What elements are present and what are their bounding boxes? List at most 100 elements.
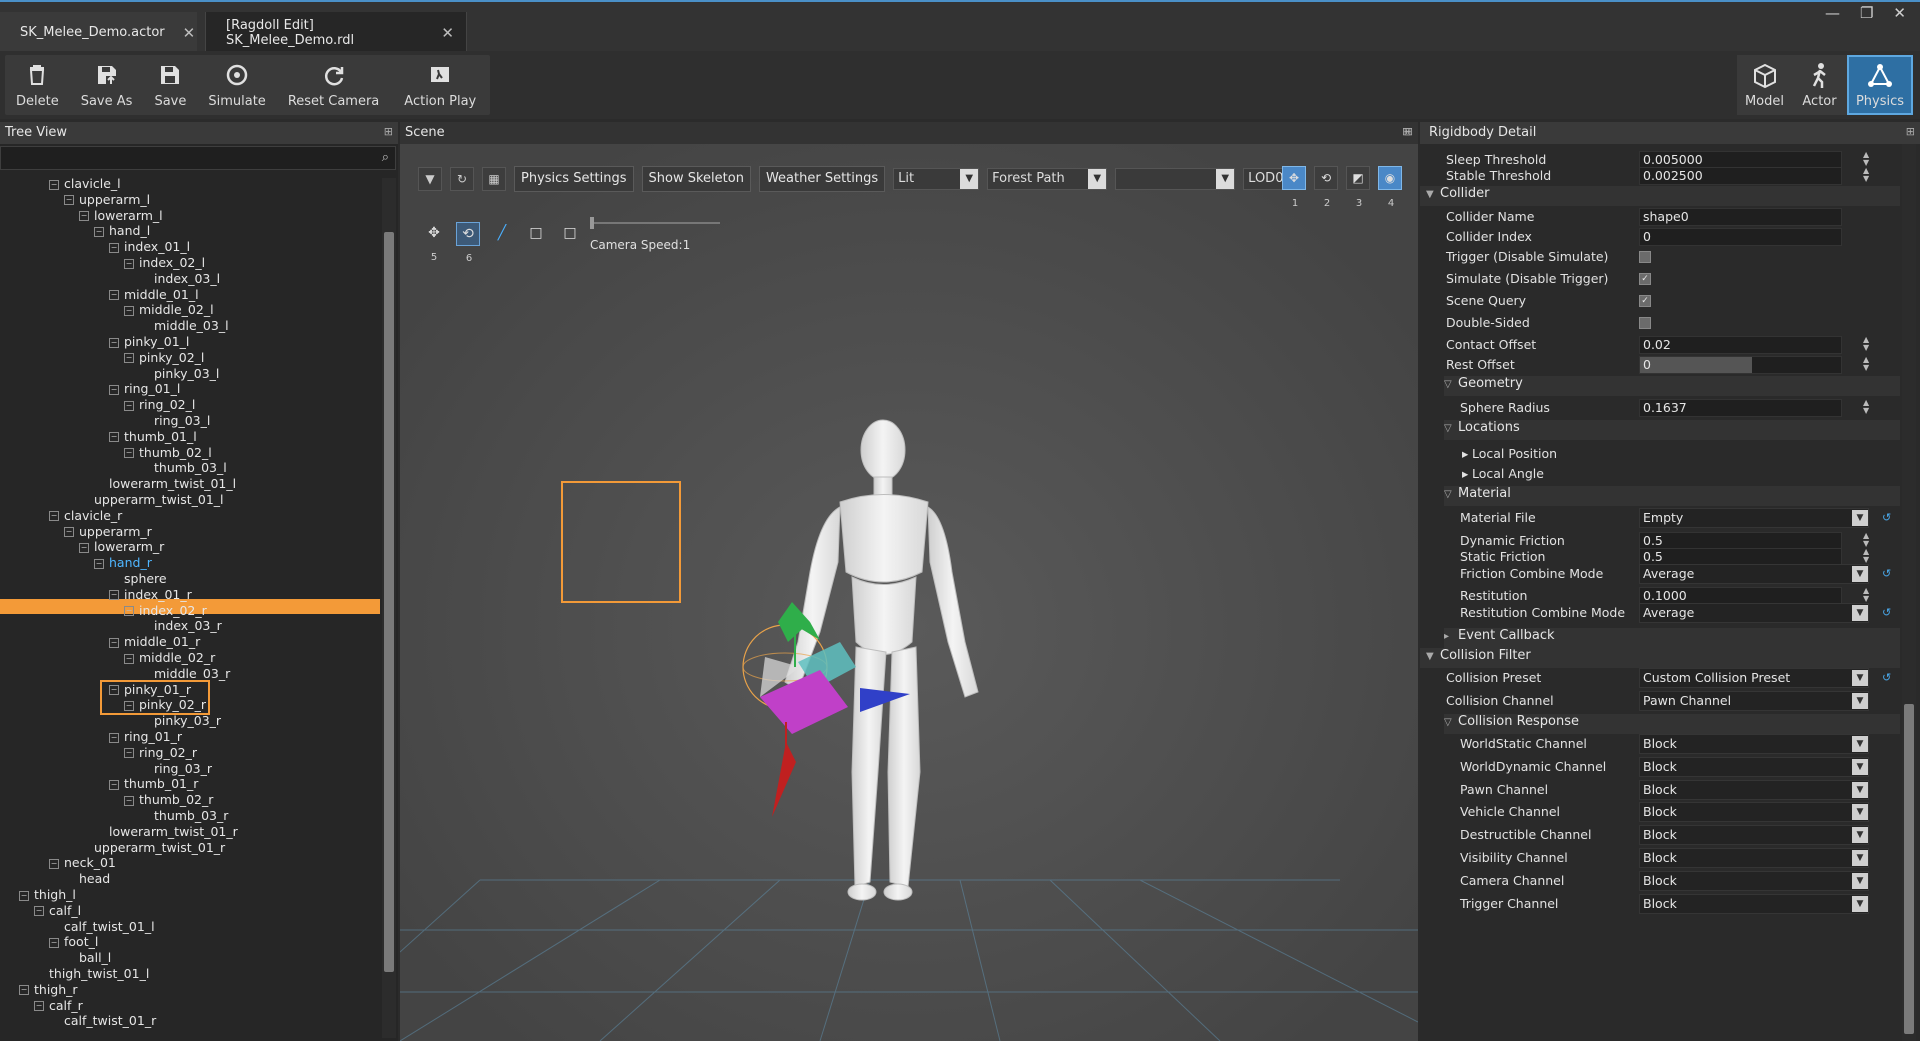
restore-icon[interactable]: ❐: [1860, 4, 1873, 22]
material-file-dropdown[interactable]: Empty ▼: [1639, 508, 1869, 528]
tree-item[interactable]: − thigh_l: [19, 887, 76, 903]
double-sided-checkbox[interactable]: [1639, 317, 1651, 329]
collapse-icon[interactable]: −: [109, 384, 119, 395]
collapse-icon[interactable]: −: [49, 858, 59, 869]
collapse-icon[interactable]: −: [109, 290, 119, 301]
sphere-radius-field[interactable]: 0.1637: [1639, 399, 1842, 417]
tree-item[interactable]: upperarm_twist_01_l: [79, 492, 224, 508]
tree-item[interactable]: − index_02_r: [124, 603, 207, 619]
tree-item[interactable]: − calf_l: [34, 903, 81, 919]
tree-item[interactable]: lowerarm_twist_01_l: [94, 476, 236, 492]
collapse-icon[interactable]: −: [124, 258, 134, 269]
camera-speed-slider[interactable]: [590, 217, 720, 229]
collision-channel-dropdown[interactable]: Pawn Channel ▼: [1639, 691, 1869, 711]
tree-item[interactable]: − neck_01: [49, 855, 116, 871]
close-window-icon[interactable]: ✕: [1893, 4, 1906, 22]
reset-icon[interactable]: ↺: [1882, 567, 1891, 580]
channel-response-dropdown[interactable]: Block ▼: [1639, 870, 1869, 891]
collapse-icon[interactable]: −: [94, 558, 104, 569]
trigger-checkbox[interactable]: [1639, 251, 1651, 263]
collapse-icon[interactable]: −: [124, 448, 134, 459]
slider-knob[interactable]: [590, 217, 594, 229]
channel-response-dropdown[interactable]: Block ▼: [1639, 802, 1869, 823]
tree-item[interactable]: − ring_02_r: [124, 745, 197, 761]
checkbox-icon[interactable]: □: [524, 222, 548, 246]
collapse-icon[interactable]: −: [124, 305, 134, 316]
spinner-icon[interactable]: ▲ ▼: [1863, 587, 1871, 603]
tree-item[interactable]: − thigh_r: [19, 982, 78, 998]
collapse-icon[interactable]: −: [109, 637, 119, 648]
collapse-icon[interactable]: −: [49, 179, 59, 190]
grid-icon[interactable]: ▦: [482, 167, 506, 191]
collider-index-field[interactable]: 0: [1639, 228, 1842, 246]
tree-item[interactable]: upperarm_twist_01_r: [79, 840, 225, 856]
pen-icon[interactable]: ╱: [490, 222, 514, 246]
tree-item[interactable]: index_03_l: [139, 271, 220, 287]
search-icon[interactable]: ⌕: [382, 150, 389, 165]
tree-item[interactable]: thumb_03_l: [139, 460, 227, 476]
tree-item[interactable]: − lowerarm_r: [79, 539, 164, 555]
tree-item[interactable]: thigh_twist_01_l: [34, 966, 149, 982]
action-play-button[interactable]: Action Play: [390, 55, 490, 115]
weather-settings-button[interactable]: Weather Settings: [758, 166, 886, 192]
tree-item[interactable]: ring_03_l: [139, 413, 210, 429]
geometry-section[interactable]: ▽ Geometry: [1444, 376, 1900, 396]
scene-viewport[interactable]: Scene ⊞ ▼ ↻ ▦ Physics Settings Show Skel…: [400, 122, 1418, 1041]
restitution-combine-dropdown[interactable]: Average ▼: [1639, 603, 1869, 623]
spinner-icon[interactable]: ▲ ▼: [1863, 167, 1871, 183]
show-skeleton-button[interactable]: Show Skeleton: [641, 166, 751, 192]
collision-filter-section[interactable]: ▼ Collision Filter: [1420, 648, 1900, 668]
collapse-icon[interactable]: −: [19, 985, 29, 996]
chevron-down-icon[interactable]: ▼: [418, 167, 442, 191]
tree-item[interactable]: − index_01_l: [109, 239, 190, 255]
tree-item[interactable]: − clavicle_r: [49, 508, 122, 524]
channel-response-dropdown[interactable]: Block ▼: [1639, 734, 1869, 754]
tree-item[interactable]: − ring_01_l: [109, 381, 180, 397]
close-icon[interactable]: ✕: [183, 24, 196, 42]
close-icon[interactable]: ✕: [441, 24, 454, 42]
tree-item[interactable]: − thumb_02_r: [124, 792, 213, 808]
event-callback-section[interactable]: ▸ Event Callback: [1444, 628, 1900, 648]
model-mode-button[interactable]: Model: [1737, 55, 1792, 115]
collapse-icon[interactable]: −: [109, 590, 119, 601]
collapse-icon[interactable]: −: [109, 337, 119, 348]
reset-icon[interactable]: ↺: [1882, 671, 1891, 684]
reset-icon[interactable]: ↺: [1882, 606, 1891, 619]
channel-response-dropdown[interactable]: Block ▼: [1639, 848, 1869, 868]
save-as-button[interactable]: Save As: [70, 55, 144, 115]
tree-item[interactable]: − calf_r: [34, 998, 83, 1014]
material-section[interactable]: ▽ Material: [1444, 486, 1900, 506]
tree-item[interactable]: pinky_03_l: [139, 366, 219, 382]
tree-item[interactable]: − middle_01_l: [109, 287, 199, 303]
pin-icon[interactable]: ⊞: [1402, 125, 1411, 138]
tree-scrollbar[interactable]: [382, 178, 396, 1038]
spinner-icon[interactable]: ▲ ▼: [1863, 548, 1871, 564]
save-button[interactable]: Save: [143, 55, 197, 115]
tree-item[interactable]: − middle_02_l: [124, 302, 214, 318]
tree-item[interactable]: − hand_r: [94, 555, 152, 571]
collapse-icon[interactable]: −: [34, 1001, 44, 1012]
simulate-checkbox[interactable]: ✓: [1639, 273, 1651, 285]
scale-view-icon[interactable]: ◩ 3: [1346, 166, 1370, 209]
collapse-icon[interactable]: −: [109, 732, 119, 743]
tree-item[interactable]: − clavicle_l: [49, 176, 121, 192]
collapse-icon[interactable]: −: [49, 511, 59, 522]
delete-button[interactable]: Delete: [5, 55, 70, 115]
reset-icon[interactable]: ↺: [1882, 511, 1891, 524]
collision-preset-dropdown[interactable]: Custom Collision Preset ▼: [1639, 668, 1869, 688]
collapse-icon[interactable]: −: [109, 779, 119, 790]
tree-item[interactable]: − thumb_01_r: [109, 776, 198, 792]
collider-name-field[interactable]: shape0: [1639, 208, 1842, 226]
collapse-icon[interactable]: −: [79, 211, 89, 222]
physics-mode-button[interactable]: Physics: [1847, 55, 1913, 115]
collapse-icon[interactable]: −: [109, 432, 119, 443]
channel-response-dropdown[interactable]: Block ▼: [1639, 825, 1869, 846]
collapse-icon[interactable]: −: [19, 890, 29, 901]
collapse-icon[interactable]: −: [124, 748, 134, 759]
spinner-icon[interactable]: ▲ ▼: [1863, 532, 1871, 548]
collapse-icon[interactable]: −: [79, 542, 89, 553]
tree-item[interactable]: calf_twist_01_r: [49, 1013, 156, 1029]
spinner-icon[interactable]: ▲ ▼: [1863, 151, 1871, 167]
tree-item[interactable]: lowerarm_twist_01_r: [94, 824, 238, 840]
tree-item[interactable]: head: [64, 871, 110, 887]
